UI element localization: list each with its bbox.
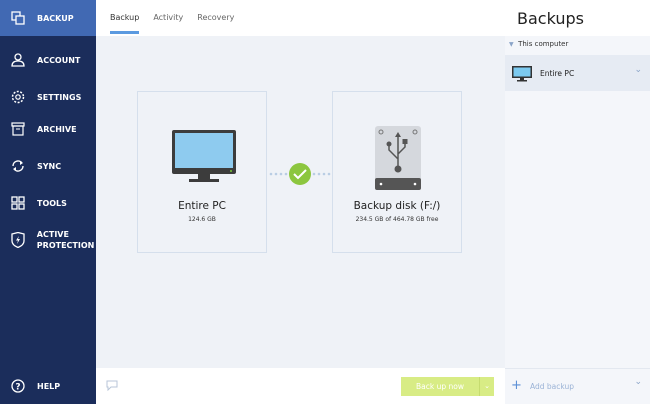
tab-activity[interactable]: Activity [153, 0, 183, 36]
comment-icon[interactable] [106, 380, 118, 391]
usb-drive-icon [375, 126, 421, 190]
plus-icon: + [511, 378, 522, 393]
sidebar-item-settings[interactable]: SETTINGS [0, 79, 96, 115]
monitor-icon [172, 130, 236, 182]
caret-down-icon: ▼ [509, 41, 514, 48]
backup-icon [10, 10, 26, 26]
destination-free-space: 234.5 GB of 464.78 GB free [355, 216, 439, 223]
archive-icon [10, 121, 26, 137]
main-area: Backup Activity Recovery Entire PC 124.6… [96, 0, 505, 404]
action-bar: Back up now ⌄ [96, 368, 505, 404]
destination-card[interactable]: Backup disk (F:/) 234.5 GB of 464.78 GB … [332, 91, 462, 253]
sidebar-item-help[interactable]: ? HELP [0, 368, 96, 404]
user-icon [10, 52, 26, 68]
sidebar-item-archive[interactable]: ARCHIVE [0, 111, 96, 147]
tab-recovery[interactable]: Recovery [197, 0, 234, 36]
sidebar-item-active-protection[interactable]: ACTIVE PROTECTION [0, 222, 96, 258]
grid-icon [10, 195, 26, 211]
panel-title: Backups [505, 0, 650, 36]
gear-icon [10, 89, 26, 105]
sidebar-item-account[interactable]: ACCOUNT [0, 42, 96, 78]
connector [269, 163, 331, 185]
group-this-computer[interactable]: ▼ This computer [509, 40, 568, 48]
sidebar-item-sync[interactable]: SYNC [0, 148, 96, 184]
sidebar: BACKUP ACCOUNT SETTINGS ARCHIVE SYNC TOO… [0, 0, 96, 404]
shield-icon [10, 232, 26, 248]
add-backup-button[interactable]: + Add backup ⌄ [505, 368, 650, 404]
tab-backup[interactable]: Backup [110, 0, 140, 36]
source-card[interactable]: Entire PC 124.6 GB [137, 91, 267, 253]
tab-bar: Backup Activity Recovery [96, 0, 505, 36]
backup-item-entire-pc[interactable]: Entire PC ⌄ [505, 55, 650, 91]
chevron-down-icon: ⌄ [484, 382, 490, 390]
sidebar-item-tools[interactable]: TOOLS [0, 185, 96, 221]
monitor-icon [512, 66, 532, 82]
help-icon: ? [10, 378, 26, 394]
check-icon [289, 163, 311, 185]
sync-icon [10, 158, 26, 174]
back-up-now-button[interactable]: Back up now [401, 377, 479, 396]
backups-panel: Backups ▼ This computer Entire PC ⌄ + Ad… [505, 0, 650, 404]
chevron-down-icon[interactable]: ⌄ [634, 377, 642, 387]
chevron-down-icon[interactable]: ⌄ [634, 65, 642, 75]
source-title: Entire PC [178, 200, 226, 212]
sidebar-item-backup[interactable]: BACKUP [0, 0, 96, 36]
backup-options-dropdown[interactable]: ⌄ [479, 377, 494, 396]
destination-title: Backup disk (F:/) [353, 200, 441, 212]
source-size: 124.6 GB [188, 216, 216, 223]
svg-text:?: ? [15, 383, 20, 393]
